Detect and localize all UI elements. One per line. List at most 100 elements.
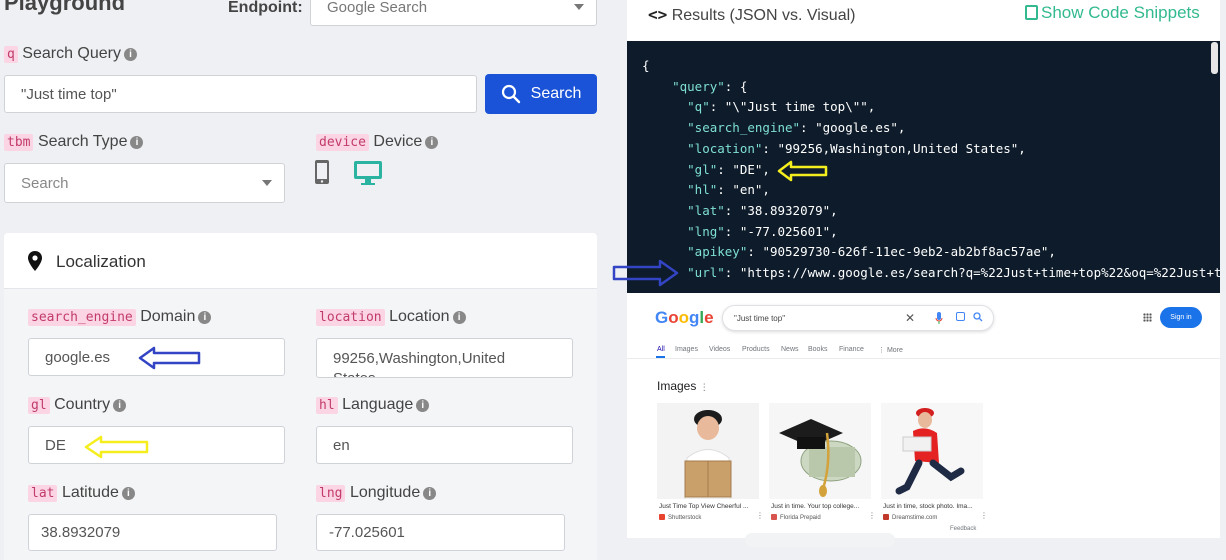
lat-tag: lat <box>28 485 58 502</box>
info-icon[interactable]: i <box>130 136 144 149</box>
search-button-label: Search <box>530 85 582 102</box>
json-viewer[interactable]: { "query": { "q": "\"Just time top\"", "… <box>627 41 1220 293</box>
search-type-select[interactable]: Search <box>4 163 285 203</box>
gl-tag: gl <box>28 397 50 414</box>
close-icon[interactable]: ✕ <box>905 311 915 325</box>
annotation-arrow-left-icon <box>84 435 149 459</box>
longitude-text: Longitude <box>349 484 421 501</box>
info-icon[interactable]: i <box>423 487 437 500</box>
image-caption[interactable]: Just in time. Your top college... <box>771 503 869 510</box>
json-value: "90529730-626f-11ec-9eb2-ab2bf8ac57ae", <box>762 244 1056 260</box>
json-key: "apikey" <box>687 244 748 260</box>
json-key: "gl" <box>687 161 718 177</box>
location-pin-icon <box>28 251 42 271</box>
annotation-arrow-right-icon <box>612 259 679 287</box>
language-input[interactable]: en <box>316 426 573 464</box>
google-tab-books[interactable]: Books <box>808 346 827 353</box>
info-icon[interactable]: i <box>425 136 439 149</box>
google-tab-more-label: More <box>886 347 903 354</box>
domain-value: google.es <box>45 348 111 366</box>
image-source-text: Shutterstock <box>668 515 702 521</box>
desktop-icon[interactable] <box>353 160 383 186</box>
country-label: gl Country i <box>28 396 127 414</box>
image-caption[interactable]: Just Time Top View Cheerful ... <box>659 503 757 510</box>
delivery-man-image <box>684 410 732 499</box>
google-signin-button[interactable]: Sign in <box>1160 307 1202 328</box>
search-type-label: tbm Search Type i <box>4 133 144 151</box>
copy-icon <box>1025 5 1038 20</box>
google-search-box[interactable]: "Just time top" ✕ <box>722 305 994 331</box>
q-tag: q <box>4 46 18 63</box>
google-tab-news[interactable]: News <box>781 346 799 353</box>
search-query-input[interactable]: "Just time top" <box>4 75 477 113</box>
longitude-input[interactable]: -77.025601 <box>316 514 565 551</box>
image-caption[interactable]: Just in time, stock photo. Ima... <box>883 503 981 510</box>
search-type-placeholder: Search <box>21 174 69 192</box>
latitude-input[interactable]: 38.8932079 <box>28 514 277 551</box>
favicon-icon <box>883 514 889 520</box>
more-vert-icon[interactable]: ⋮ <box>756 511 764 520</box>
json-scrollbar[interactable] <box>1211 42 1218 74</box>
apps-grid-icon[interactable] <box>1143 313 1152 322</box>
google-tab-videos[interactable]: Videos <box>709 346 730 353</box>
image-thumbnail[interactable] <box>657 403 759 499</box>
json-key: "search_engine" <box>687 120 801 136</box>
json-key: "lng" <box>687 223 725 239</box>
more-images-button[interactable] <box>745 533 895 547</box>
google-tab-images[interactable]: Images <box>675 346 698 353</box>
code-brackets-icon: <> <box>648 5 668 24</box>
info-icon[interactable]: i <box>198 311 212 324</box>
language-label: hl Language i <box>316 396 430 414</box>
google-tab-finance[interactable]: Finance <box>839 346 864 353</box>
country-value: DE <box>45 436 66 454</box>
feedback-link[interactable]: Feedback <box>950 526 976 532</box>
location-text: Location <box>389 308 450 325</box>
image-thumbnail[interactable] <box>769 403 871 499</box>
info-icon[interactable]: i <box>452 311 466 324</box>
location-input[interactable]: 99256,Washington,United States <box>316 338 573 378</box>
chevron-down-icon <box>574 4 584 10</box>
mic-icon[interactable] <box>935 312 943 324</box>
more-vert-icon[interactable]: ⋮ <box>868 511 876 520</box>
search-button[interactable]: Search <box>485 74 597 114</box>
info-icon[interactable]: i <box>113 399 127 412</box>
info-icon[interactable]: i <box>121 487 135 500</box>
image-source[interactable]: Shutterstock <box>659 514 701 521</box>
search-engine-tag: search_engine <box>28 309 136 326</box>
show-code-snippets-link[interactable]: Show Code Snippets <box>1025 3 1200 23</box>
json-value: "DE", <box>732 161 770 177</box>
page-title: Playground <box>4 0 126 15</box>
image-source[interactable]: Florida Prepaid <box>771 514 821 521</box>
more-vert-icon[interactable]: ⋮ <box>700 382 709 392</box>
camera-icon[interactable] <box>956 312 965 321</box>
google-tab-all[interactable]: All <box>657 346 665 353</box>
google-tab-more[interactable]: ⋮ More <box>878 346 903 354</box>
country-input[interactable]: DE <box>28 426 285 464</box>
json-key: "hl" <box>687 182 718 198</box>
favicon-icon <box>659 514 665 520</box>
search-icon[interactable] <box>973 312 983 322</box>
annotation-arrow-left-icon <box>777 160 828 182</box>
tbm-tag: tbm <box>4 134 34 151</box>
mobile-icon[interactable] <box>314 159 330 185</box>
json-value: "\"Just time top\"", <box>724 99 876 115</box>
json-value: "99256,Washington,United States", <box>777 140 1026 156</box>
google-tab-products[interactable]: Products <box>742 346 770 353</box>
results-title: <> Results (JSON vs. Visual) <box>648 5 855 25</box>
localization-title: Localization <box>56 252 146 271</box>
images-heading: Images ⋮ <box>657 379 709 393</box>
endpoint-select[interactable]: Google Search <box>310 0 597 26</box>
image-source[interactable]: Dreamstime.com <box>883 514 937 521</box>
json-value: "en", <box>732 182 770 198</box>
info-icon[interactable]: i <box>416 399 430 412</box>
info-icon[interactable]: i <box>124 48 137 61</box>
json-key: "q" <box>687 99 710 115</box>
graduation-cap-money-image <box>779 419 862 497</box>
more-vert-icon[interactable]: ⋮ <box>980 511 988 520</box>
snippets-label: Show Code Snippets <box>1041 3 1200 22</box>
google-logo: Google <box>655 308 714 327</box>
json-value: "https://www.google.es/search?q=%22Just+… <box>739 265 1220 281</box>
image-thumbnail[interactable] <box>881 403 983 499</box>
location-label: location Location i <box>316 308 466 326</box>
latitude-label: lat Latitude i <box>28 484 135 502</box>
